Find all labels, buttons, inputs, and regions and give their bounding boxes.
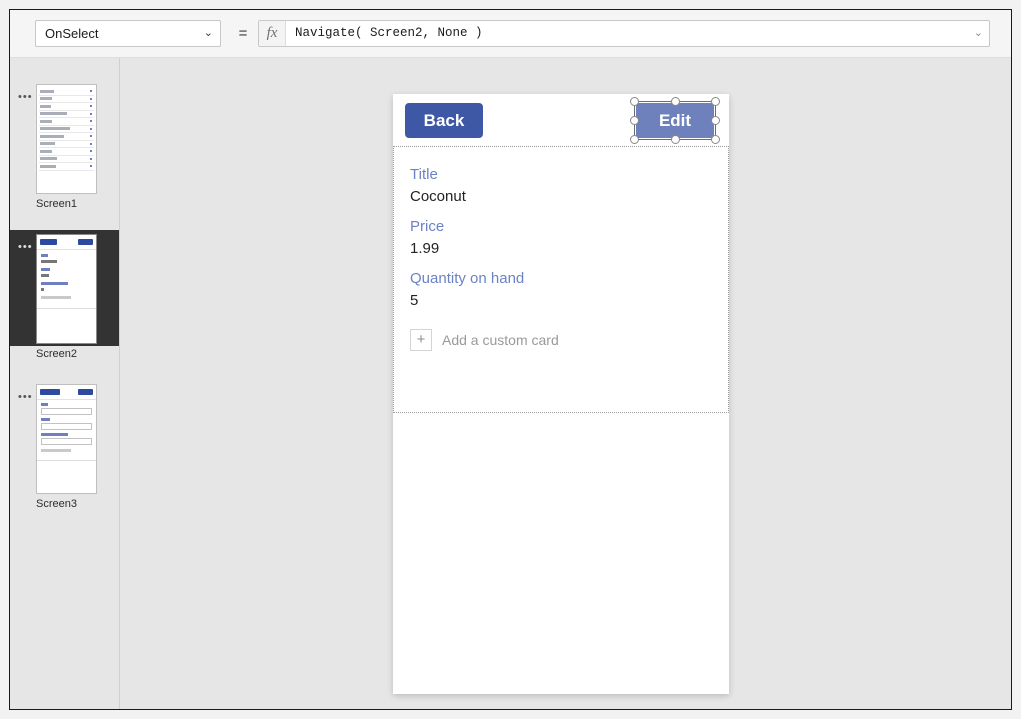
app-screen-canvas[interactable]: Back Edit (393, 94, 729, 694)
screen1-thumbnail[interactable] (36, 84, 97, 194)
field-label-title: Title (410, 165, 718, 185)
field-label-quantity-on-hand: Quantity on hand (410, 269, 718, 289)
resize-handle-sw[interactable] (630, 135, 639, 144)
screen3-more-icon[interactable]: ••• (18, 393, 34, 403)
screen1-thumb-row: ••• (10, 80, 120, 196)
equals-sign: = (235, 20, 251, 47)
resize-handle-e[interactable] (711, 116, 720, 125)
resize-handle-se[interactable] (711, 135, 720, 144)
property-dropdown[interactable]: OnSelect ⌄ (35, 20, 221, 47)
sidebar-item-screen3[interactable]: ••• (10, 380, 120, 530)
detail-form[interactable]: Title Coconut Price 1.99 Quantity on han… (393, 146, 729, 413)
field-value-quantity-on-hand: 5 (410, 291, 718, 311)
sidebar-item-screen1[interactable]: ••• (10, 80, 120, 230)
screen2-more-icon[interactable]: ••• (18, 243, 34, 253)
detail-form-fields: Title Coconut Price 1.99 Quantity on han… (410, 155, 718, 351)
field-value-price: 1.99 (410, 239, 718, 259)
plus-icon: + (410, 329, 432, 351)
edit-button[interactable]: Edit (636, 103, 714, 138)
canvas-area[interactable]: Back Edit (120, 58, 1011, 709)
formula-bar: OnSelect ⌄ = fx Navigate( Screen2, None … (10, 10, 1011, 58)
formula-text[interactable]: Navigate( Screen2, None ) (295, 21, 963, 46)
chevron-down-icon: ⌄ (204, 21, 213, 46)
studio-body: ••• (10, 58, 1011, 709)
property-dropdown-value: OnSelect (45, 26, 98, 41)
sidebar-item-screen2[interactable]: ••• (10, 230, 120, 380)
chevron-down-icon[interactable]: ⌄ (974, 21, 983, 46)
resize-handle-ne[interactable] (711, 97, 720, 106)
screen-header: Back Edit (393, 94, 729, 146)
screen2-thumb-row: ••• (10, 230, 120, 346)
sidebar-item-screen1-label[interactable]: Screen1 (36, 198, 120, 210)
app-window: OnSelect ⌄ = fx Navigate( Screen2, None … (9, 9, 1012, 710)
add-custom-card-label: Add a custom card (442, 329, 559, 351)
formula-input[interactable]: fx Navigate( Screen2, None ) ⌄ (258, 20, 990, 47)
back-button[interactable]: Back (405, 103, 483, 138)
screen3-thumb-row: ••• (10, 380, 120, 496)
fx-icon: fx (259, 21, 286, 46)
resize-handle-w[interactable] (630, 116, 639, 125)
power-apps-studio: OnSelect ⌄ = fx Navigate( Screen2, None … (0, 0, 1021, 719)
add-custom-card-button[interactable]: + Add a custom card (410, 329, 718, 351)
screen3-thumbnail[interactable] (36, 384, 97, 494)
resize-handle-n[interactable] (671, 97, 680, 106)
screens-pane: ••• (10, 58, 120, 709)
screen1-more-icon[interactable]: ••• (18, 93, 34, 103)
field-value-title: Coconut (410, 187, 718, 207)
sidebar-item-screen2-label[interactable]: Screen2 (36, 348, 120, 360)
screen2-thumbnail[interactable] (36, 234, 97, 344)
resize-handle-s[interactable] (671, 135, 680, 144)
sidebar-item-screen3-label[interactable]: Screen3 (36, 498, 120, 510)
field-label-price: Price (410, 217, 718, 237)
resize-handle-nw[interactable] (630, 97, 639, 106)
